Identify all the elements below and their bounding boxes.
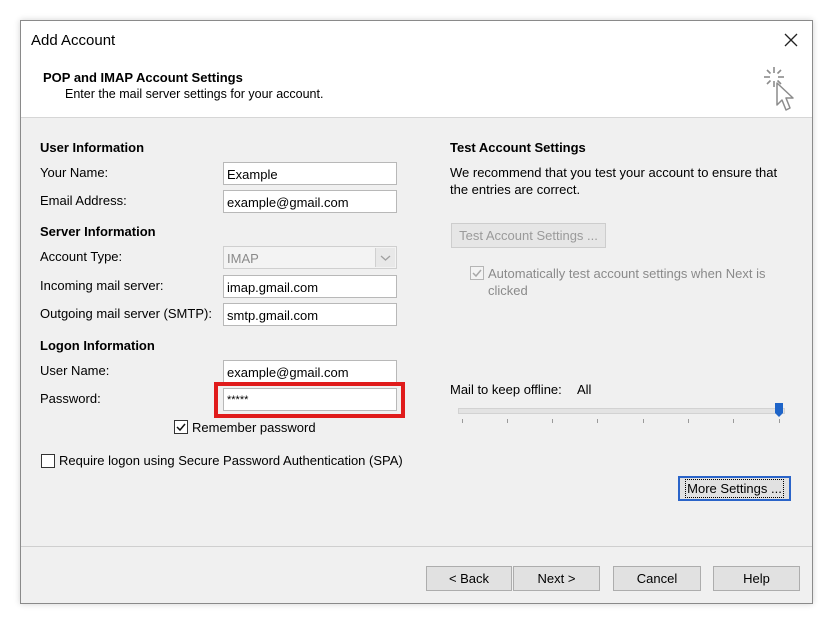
- footer-separator: [21, 546, 812, 547]
- account-type-value: IMAP: [227, 251, 259, 266]
- next-button[interactable]: Next >: [513, 566, 600, 591]
- cursor-sparkle-icon: [762, 65, 798, 116]
- back-button[interactable]: < Back: [426, 566, 512, 591]
- user-name-input[interactable]: example@gmail.com: [223, 360, 397, 383]
- auto-test-checkbox[interactable]: [470, 266, 484, 280]
- email-address-input[interactable]: example@gmail.com: [223, 190, 397, 213]
- spa-label[interactable]: Require logon using Secure Password Auth…: [59, 453, 403, 468]
- header-subtitle: Enter the mail server settings for your …: [65, 87, 324, 101]
- offline-value: All: [577, 382, 592, 397]
- close-icon[interactable]: [780, 29, 802, 51]
- dialog-header: POP and IMAP Account Settings Enter the …: [21, 59, 812, 118]
- slider-tick: [733, 419, 734, 423]
- slider-tick: [462, 419, 463, 423]
- slider-tick: [688, 419, 689, 423]
- offline-slider-thumb[interactable]: [775, 403, 783, 417]
- user-information-heading: User Information: [40, 140, 145, 155]
- slider-tick: [597, 419, 598, 423]
- outgoing-server-input[interactable]: smtp.gmail.com: [223, 303, 397, 326]
- incoming-server-label: Incoming mail server:: [40, 278, 164, 293]
- chevron-down-icon: [375, 248, 395, 267]
- title-bar: Add Account: [21, 21, 812, 59]
- your-name-input[interactable]: Example: [223, 162, 397, 185]
- logon-information-heading: Logon Information: [40, 338, 155, 353]
- check-icon: [176, 423, 186, 432]
- more-settings-button[interactable]: More Settings ...: [678, 476, 791, 501]
- slider-tick: [507, 419, 508, 423]
- your-name-label: Your Name:: [40, 165, 109, 180]
- email-address-label: Email Address:: [40, 193, 127, 208]
- password-highlight-box: [214, 382, 405, 418]
- slider-tick: [779, 419, 780, 423]
- user-name-label: User Name:: [40, 363, 110, 378]
- account-type-label: Account Type:: [40, 249, 123, 264]
- help-button[interactable]: Help: [713, 566, 800, 591]
- account-type-select: IMAP: [223, 246, 397, 269]
- password-label: Password:: [40, 391, 101, 406]
- slider-tick: [643, 419, 644, 423]
- test-account-heading: Test Account Settings: [450, 140, 586, 155]
- window-title: Add Account: [31, 32, 116, 49]
- header-title: POP and IMAP Account Settings: [43, 70, 243, 85]
- test-account-settings-button[interactable]: Test Account Settings ...: [451, 223, 606, 248]
- more-settings-label: More Settings ...: [685, 479, 784, 498]
- test-description: We recommend that you test your account …: [450, 165, 778, 197]
- add-account-dialog: Add Account POP and IMAP Account Setting…: [20, 20, 813, 604]
- remember-password-label[interactable]: Remember password: [192, 420, 316, 435]
- server-information-heading: Server Information: [40, 224, 156, 239]
- remember-password-checkbox[interactable]: [174, 420, 188, 434]
- cancel-button[interactable]: Cancel: [613, 566, 701, 591]
- outgoing-server-label: Outgoing mail server (SMTP):: [40, 306, 212, 321]
- spa-checkbox[interactable]: [41, 454, 55, 468]
- incoming-server-input[interactable]: imap.gmail.com: [223, 275, 397, 298]
- offline-label: Mail to keep offline:: [450, 382, 562, 397]
- check-icon: [472, 269, 482, 278]
- slider-tick: [552, 419, 553, 423]
- offline-slider-track[interactable]: [458, 408, 785, 414]
- auto-test-label: Automatically test account settings when…: [488, 266, 766, 298]
